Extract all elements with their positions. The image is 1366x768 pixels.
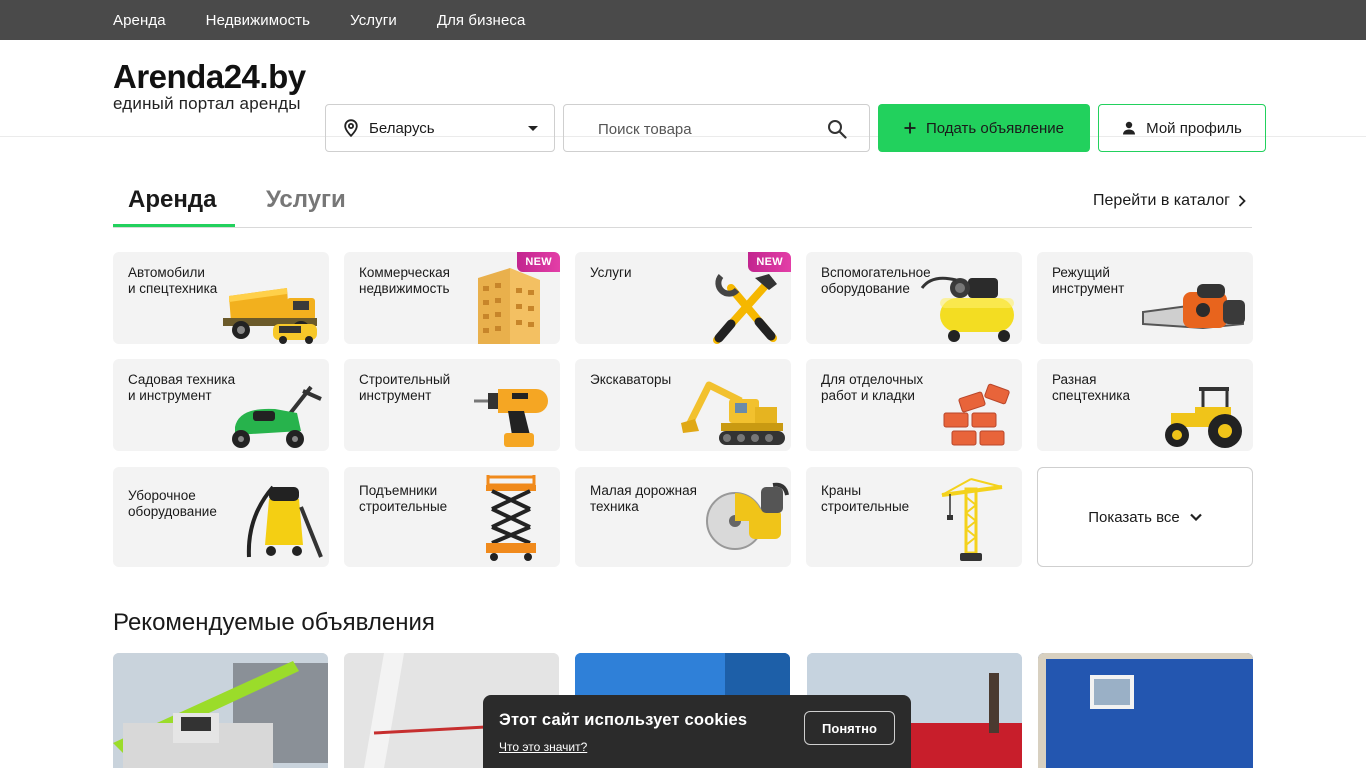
search-icon[interactable] — [827, 119, 847, 139]
tab-active-indicator — [113, 224, 235, 227]
category-tabs: Аренда Услуги Перейти в каталог — [113, 180, 1252, 228]
category-card-excavators[interactable]: Экскаваторы — [575, 359, 791, 451]
category-label: Услуги — [590, 265, 632, 280]
cookie-accept-button[interactable]: Понятно — [804, 711, 895, 745]
listing-card-photo[interactable] — [113, 653, 328, 768]
category-card-cutting-tools[interactable]: Режущий инструмент — [1037, 252, 1253, 344]
dump-truck-icon — [223, 288, 317, 344]
category-label: Экскаваторы — [590, 372, 672, 387]
category-label: Коммерческая недвижимость — [359, 265, 450, 296]
top-nav-rent[interactable]: Аренда — [113, 12, 166, 29]
category-label: Подъемники строительные — [359, 483, 448, 514]
post-ad-label: Подать объявление — [925, 119, 1065, 137]
category-label: Садовая техника и инструмент — [128, 372, 236, 403]
bricks-icon — [943, 383, 1010, 446]
category-card-misc-machinery[interactable]: Разная спецтехника — [1037, 359, 1253, 451]
category-label: Строительный инструмент — [359, 372, 451, 403]
category-card-garden[interactable]: Садовая техника и инструмент — [113, 359, 329, 451]
logo-title: Arenda24.by — [113, 58, 306, 95]
drill-icon — [474, 389, 548, 447]
chevron-right-icon — [1238, 195, 1246, 207]
chevron-down-icon — [1190, 513, 1202, 521]
cookie-text: Этот сайт использует cookies — [499, 711, 748, 729]
cookie-banner: Этот сайт использует cookies Что это зна… — [483, 695, 911, 768]
tab-services[interactable]: Услуги — [266, 186, 346, 214]
building-icon — [478, 268, 540, 344]
category-card-aux-equipment[interactable]: Вспомогательное оборудование — [806, 252, 1022, 344]
tab-rent[interactable]: Аренда — [128, 186, 216, 214]
category-card-cranes[interactable]: Краны строительные — [806, 467, 1022, 567]
category-label: Для отделочных работ и кладки — [821, 372, 924, 403]
category-card-construction-tools[interactable]: Строительный инструмент — [344, 359, 560, 451]
category-label: Малая дорожная техника — [590, 483, 697, 514]
chainsaw-icon — [1142, 284, 1245, 330]
category-label: Уборочное оборудование — [128, 488, 217, 519]
blue-container-photo — [1038, 653, 1253, 768]
category-label: Режущий инструмент — [1052, 265, 1125, 296]
vacuum-icon — [246, 485, 323, 558]
search-box — [563, 104, 870, 152]
plus-icon — [904, 122, 916, 134]
profile-label: Мой профиль — [1146, 119, 1242, 137]
scissor-lift-icon — [486, 475, 536, 561]
lawnmower-icon — [232, 385, 322, 448]
category-card-lifts[interactable]: Подъемники строительные — [344, 467, 560, 567]
category-label: Разная спецтехника — [1052, 372, 1131, 403]
site-logo[interactable]: Arenda24.by единый портал аренды — [113, 59, 306, 113]
category-label: Краны строительные — [821, 483, 910, 514]
top-nav-services[interactable]: Услуги — [350, 12, 397, 29]
chevron-down-icon — [528, 126, 538, 131]
cutter-icon — [706, 482, 789, 550]
region-select[interactable]: Беларусь — [325, 104, 555, 152]
cookie-info-link[interactable]: Что это значит? — [499, 740, 587, 754]
compressor-icon — [920, 276, 1014, 342]
category-card-road-machinery[interactable]: Малая дорожная техника — [575, 467, 791, 567]
excavator-icon — [681, 381, 785, 445]
catalog-link-label: Перейти в каталог — [1093, 192, 1230, 209]
category-card-cleaning[interactable]: Уборочное оборудование — [113, 467, 329, 567]
tools-icon — [713, 274, 777, 344]
tractor-icon — [1165, 387, 1242, 448]
category-label: Автомобили и спецтехника — [128, 265, 218, 296]
map-pin-icon — [344, 119, 358, 137]
post-ad-button[interactable]: Подать объявление — [878, 104, 1090, 152]
category-card-services[interactable]: Услуги NEW — [575, 252, 791, 344]
category-card-finishing-works[interactable]: Для отделочных работ и кладки — [806, 359, 1022, 451]
logo-subtitle: единый портал аренды — [113, 94, 301, 113]
new-badge: NEW — [748, 252, 791, 272]
show-all-button[interactable]: Показать все — [1037, 467, 1253, 567]
profile-button[interactable]: Мой профиль — [1098, 104, 1266, 152]
crane-truck-photo — [113, 653, 328, 768]
show-all-label: Показать все — [1088, 508, 1180, 526]
category-label: Вспомогательное оборудование — [821, 265, 931, 296]
category-card-commercial-realty[interactable]: Коммерческая недвижимость NEW — [344, 252, 560, 344]
recommended-title: Рекомендуемые объявления — [113, 609, 435, 636]
user-icon — [1123, 121, 1136, 135]
category-card-vehicles[interactable]: Автомобили и спецтехника — [113, 252, 329, 344]
crane-icon — [941, 478, 1003, 561]
listing-card-photo[interactable] — [1038, 653, 1253, 768]
top-nav: Аренда Недвижимость Услуги Для бизнеса — [0, 0, 1366, 40]
region-value: Беларусь — [369, 119, 435, 137]
search-input[interactable] — [598, 119, 818, 139]
catalog-link[interactable]: Перейти в каталог — [1093, 192, 1246, 210]
top-nav-business[interactable]: Для бизнеса — [437, 12, 526, 29]
top-nav-realty[interactable]: Недвижимость — [206, 12, 310, 29]
header: Arenda24.by единый портал аренды Беларус… — [0, 40, 1366, 152]
